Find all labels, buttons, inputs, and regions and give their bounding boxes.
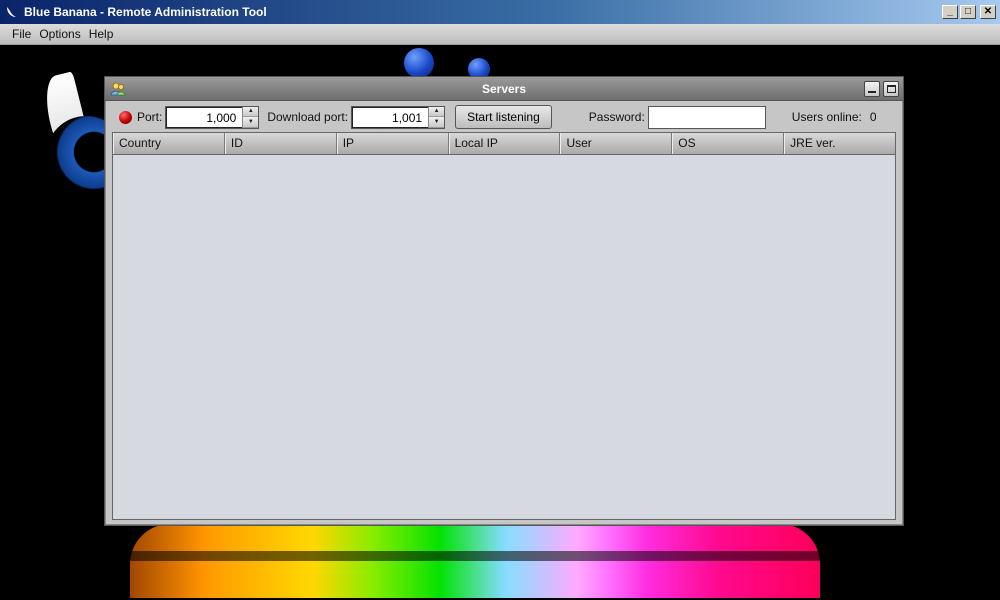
main-title-bar[interactable]: Blue Banana - Remote Administration Tool… — [0, 0, 1000, 24]
servers-table[interactable]: Country ID IP Local IP User OS JRE ver. — [112, 132, 896, 520]
close-icon: ✕ — [983, 6, 993, 17]
port-label: Port: — [137, 110, 163, 124]
menu-help[interactable]: Help — [85, 27, 118, 41]
maximize-icon — [886, 85, 896, 93]
server-toolbar: Port: 1,000 ▲ ▼ Download port: 1,001 ▲ ▼… — [105, 102, 903, 132]
close-button[interactable]: ✕ — [980, 5, 996, 19]
banana-app-icon — [4, 5, 18, 19]
column-header-os[interactable]: OS — [672, 133, 785, 154]
users-online-count: 0 — [869, 110, 877, 124]
menu-options[interactable]: Options — [35, 27, 84, 41]
download-port-spinner[interactable]: 1,001 ▲ ▼ — [351, 105, 446, 129]
frame-maximize-button[interactable] — [883, 81, 899, 97]
servers-frame-title: Servers — [481, 81, 527, 96]
port-input[interactable]: 1,000 — [166, 106, 243, 128]
column-header-id[interactable]: ID — [224, 133, 337, 154]
minimize-button[interactable]: _ — [942, 5, 958, 19]
users-icon — [110, 81, 126, 97]
download-port-input[interactable]: 1,001 — [352, 106, 429, 128]
servers-frame: Servers Port: 1,000 ▲ ▼ Download port: 1… — [104, 76, 904, 526]
users-online-label: Users online: — [791, 110, 862, 124]
servers-table-header: Country ID IP Local IP User OS JRE ver. — [113, 133, 895, 155]
download-port-label: Download port: — [267, 110, 349, 124]
spinner-up-icon[interactable]: ▲ — [243, 106, 259, 117]
color-splash-decoration — [130, 524, 820, 598]
maximize-icon: □ — [964, 6, 972, 17]
password-input[interactable] — [647, 105, 766, 129]
window-title: Blue Banana - Remote Administration Tool — [24, 5, 267, 19]
password-label: Password: — [588, 110, 645, 124]
status-indicator-icon — [119, 110, 132, 124]
column-header-user[interactable]: User — [560, 133, 673, 154]
splash-shadow-decoration — [130, 551, 820, 561]
frame-minimize-button[interactable] — [864, 81, 880, 97]
column-header-country[interactable]: Country — [113, 133, 225, 154]
menu-bar: File Options Help — [0, 24, 1000, 45]
start-listening-button[interactable]: Start listening — [455, 105, 552, 129]
spinner-down-icon[interactable]: ▼ — [243, 117, 259, 128]
menu-file[interactable]: File — [8, 27, 35, 41]
minimize-icon — [868, 91, 876, 93]
maximize-button[interactable]: □ — [960, 5, 976, 19]
servers-frame-title-bar[interactable]: Servers — [105, 77, 903, 101]
spinner-down-icon[interactable]: ▼ — [429, 117, 445, 128]
minimize-icon: _ — [947, 6, 953, 17]
spinner-up-icon[interactable]: ▲ — [429, 106, 445, 117]
column-header-jre-ver[interactable]: JRE ver. — [784, 133, 895, 154]
column-header-local-ip[interactable]: Local IP — [448, 133, 561, 154]
port-spinner[interactable]: 1,000 ▲ ▼ — [165, 105, 260, 129]
blue-drop-decoration — [404, 48, 434, 78]
column-header-ip[interactable]: IP — [336, 133, 449, 154]
